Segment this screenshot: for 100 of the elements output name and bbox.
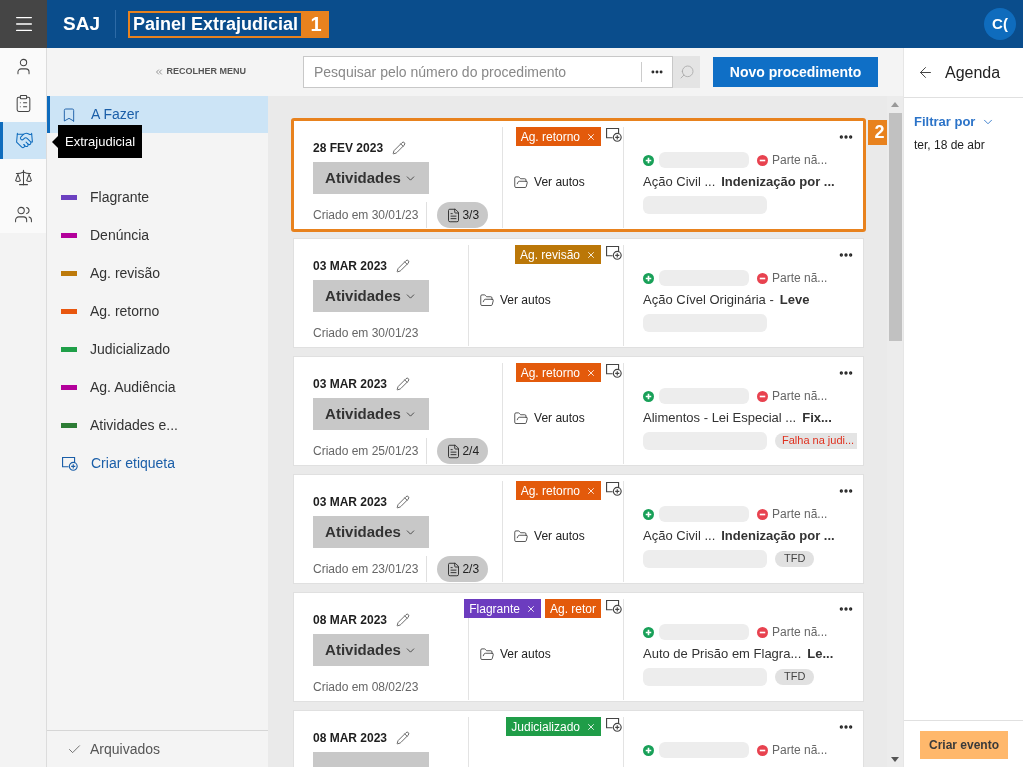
rail-item[interactable]: [0, 159, 46, 196]
sidebar-item[interactable]: Flagrante: [47, 178, 268, 216]
close-icon[interactable]: [586, 721, 596, 732]
date-text: 08 MAR 2023: [313, 612, 388, 629]
activities-button[interactable]: Atividades: [313, 398, 429, 430]
minus-circle-icon: [757, 390, 768, 402]
collapse-menu-button[interactable]: RECOLHER MENU: [154, 65, 246, 79]
rail-item[interactable]: [0, 122, 46, 159]
search-icon: [678, 64, 695, 80]
tag-label: Ag. revisão: [519, 246, 580, 264]
plus-circle-icon: [643, 508, 654, 520]
sidebar-item[interactable]: Ag. revisão: [47, 254, 268, 292]
minus-circle-icon: [757, 154, 768, 166]
create-tag-button[interactable]: Criar etiqueta: [47, 444, 268, 482]
scroll-up-arrow-icon[interactable]: [891, 102, 899, 107]
callout-number: 1: [303, 10, 330, 38]
activities-button[interactable]: Atividades: [313, 634, 429, 666]
minus-circle-icon: [757, 508, 768, 520]
tag-label: Ag. retorno: [520, 482, 580, 500]
pencil-icon[interactable]: [396, 613, 411, 627]
status-tag: Falha na judi...: [775, 432, 858, 449]
chevrons-left-icon: [154, 67, 165, 77]
tag-label: Flagrante: [469, 600, 520, 618]
activities-button[interactable]: Atividades: [313, 280, 429, 312]
close-icon[interactable]: [586, 131, 596, 142]
activities-button[interactable]: Atividades: [313, 516, 429, 548]
sidebar-item[interactable]: Ag. retorno: [47, 292, 268, 330]
case-subject: Leve: [779, 291, 810, 309]
plus-circle-icon: [643, 154, 654, 166]
close-icon[interactable]: [586, 367, 596, 378]
created-date: Criado em 30/01/23: [313, 207, 419, 224]
app-name: SAJ: [63, 11, 100, 36]
rail-item[interactable]: [0, 85, 46, 122]
created-date: Criado em 25/01/23: [313, 443, 419, 460]
date-text: 03 MAR 2023: [313, 376, 388, 393]
label-add-icon[interactable]: [605, 717, 622, 732]
create-event-button[interactable]: Criar evento: [920, 731, 1008, 759]
tooltip: Extrajudicial: [52, 125, 143, 158]
created-date: Criado em 30/01/23: [313, 325, 419, 342]
sidebar-item[interactable]: A Fazer: [47, 96, 268, 133]
created-date: Criado em 08/02/23: [313, 679, 419, 696]
tag-label: Judicializado: [511, 718, 580, 736]
scroll-down-arrow-icon[interactable]: [891, 757, 899, 762]
rail-item[interactable]: [0, 48, 46, 85]
minus-circle-icon: [757, 744, 768, 756]
close-icon[interactable]: [586, 485, 596, 496]
menu-button[interactable]: [0, 0, 47, 48]
sidebar-item[interactable]: Denúncia: [47, 216, 268, 254]
party-status: Parte nã...: [772, 152, 828, 169]
view-files-link[interactable]: Ver autos: [513, 527, 585, 545]
party-status: Parte nã...: [772, 388, 828, 405]
status-tag: TFD: [775, 668, 815, 685]
document-icon: [446, 560, 462, 578]
callout-number: 2: [868, 120, 887, 145]
plus-circle-icon: [643, 626, 654, 638]
date-text: 03 MAR 2023: [313, 494, 388, 511]
case-class: Ação Cível Originária -: [643, 291, 774, 309]
page-count: 2/3: [462, 561, 480, 578]
view-files-link[interactable]: Ver autos: [479, 291, 551, 309]
party-status: Parte nã...: [772, 624, 828, 641]
sidebar-item[interactable]: Atividades e...: [47, 406, 268, 444]
label-add-icon[interactable]: [605, 599, 622, 614]
date-text: 08 MAR 2023: [313, 730, 388, 747]
folder-icon: [513, 528, 530, 544]
label-add-icon[interactable]: [605, 363, 622, 378]
view-files-link[interactable]: Ver autos: [513, 173, 585, 191]
case-subject: Indenização por ...: [721, 527, 835, 545]
new-procedure-button[interactable]: Novo procedimento: [713, 57, 878, 87]
handshake-icon: [15, 131, 34, 150]
pencil-icon[interactable]: [396, 731, 411, 745]
rail-item[interactable]: [0, 196, 46, 233]
pencil-icon[interactable]: [396, 377, 411, 391]
avatar[interactable]: C(: [984, 8, 1016, 40]
sidebar-item[interactable]: Judicializado: [47, 330, 268, 368]
pencil-icon[interactable]: [396, 495, 411, 509]
view-files-link[interactable]: Ver autos: [513, 409, 585, 427]
agenda-date: ter, 18 de abr: [914, 136, 986, 154]
tag-label: Ag. retorno: [520, 364, 580, 382]
case-class: Alimentos - Lei Especial ...: [643, 409, 797, 427]
plus-circle-icon: [643, 390, 654, 402]
case-subject: Le...: [807, 645, 834, 663]
close-icon[interactable]: [586, 249, 596, 260]
sidebar-item[interactable]: Ag. Audiência: [47, 368, 268, 406]
document-icon: [446, 206, 462, 224]
filter-dropdown[interactable]: Filtrar por: [914, 112, 996, 132]
scrollbar-thumb[interactable]: [888, 113, 902, 341]
folder-icon: [513, 174, 530, 190]
bookmark-icon: [61, 105, 77, 124]
tag-label: Ag. retorno: [520, 128, 580, 146]
pencil-icon[interactable]: [396, 259, 411, 273]
pencil-icon[interactable]: [392, 141, 407, 155]
label-add-icon[interactable]: [605, 127, 622, 142]
close-icon[interactable]: [525, 603, 536, 614]
date-text: 28 FEV 2023: [313, 140, 384, 157]
activities-button[interactable]: Atividades: [313, 162, 429, 194]
label-add-icon[interactable]: [605, 245, 622, 260]
label-add-icon[interactable]: [605, 481, 622, 496]
view-files-link[interactable]: Ver autos: [479, 645, 551, 663]
tag-label: Ag. retor: [549, 600, 596, 618]
back-arrow-icon[interactable]: [917, 64, 934, 81]
